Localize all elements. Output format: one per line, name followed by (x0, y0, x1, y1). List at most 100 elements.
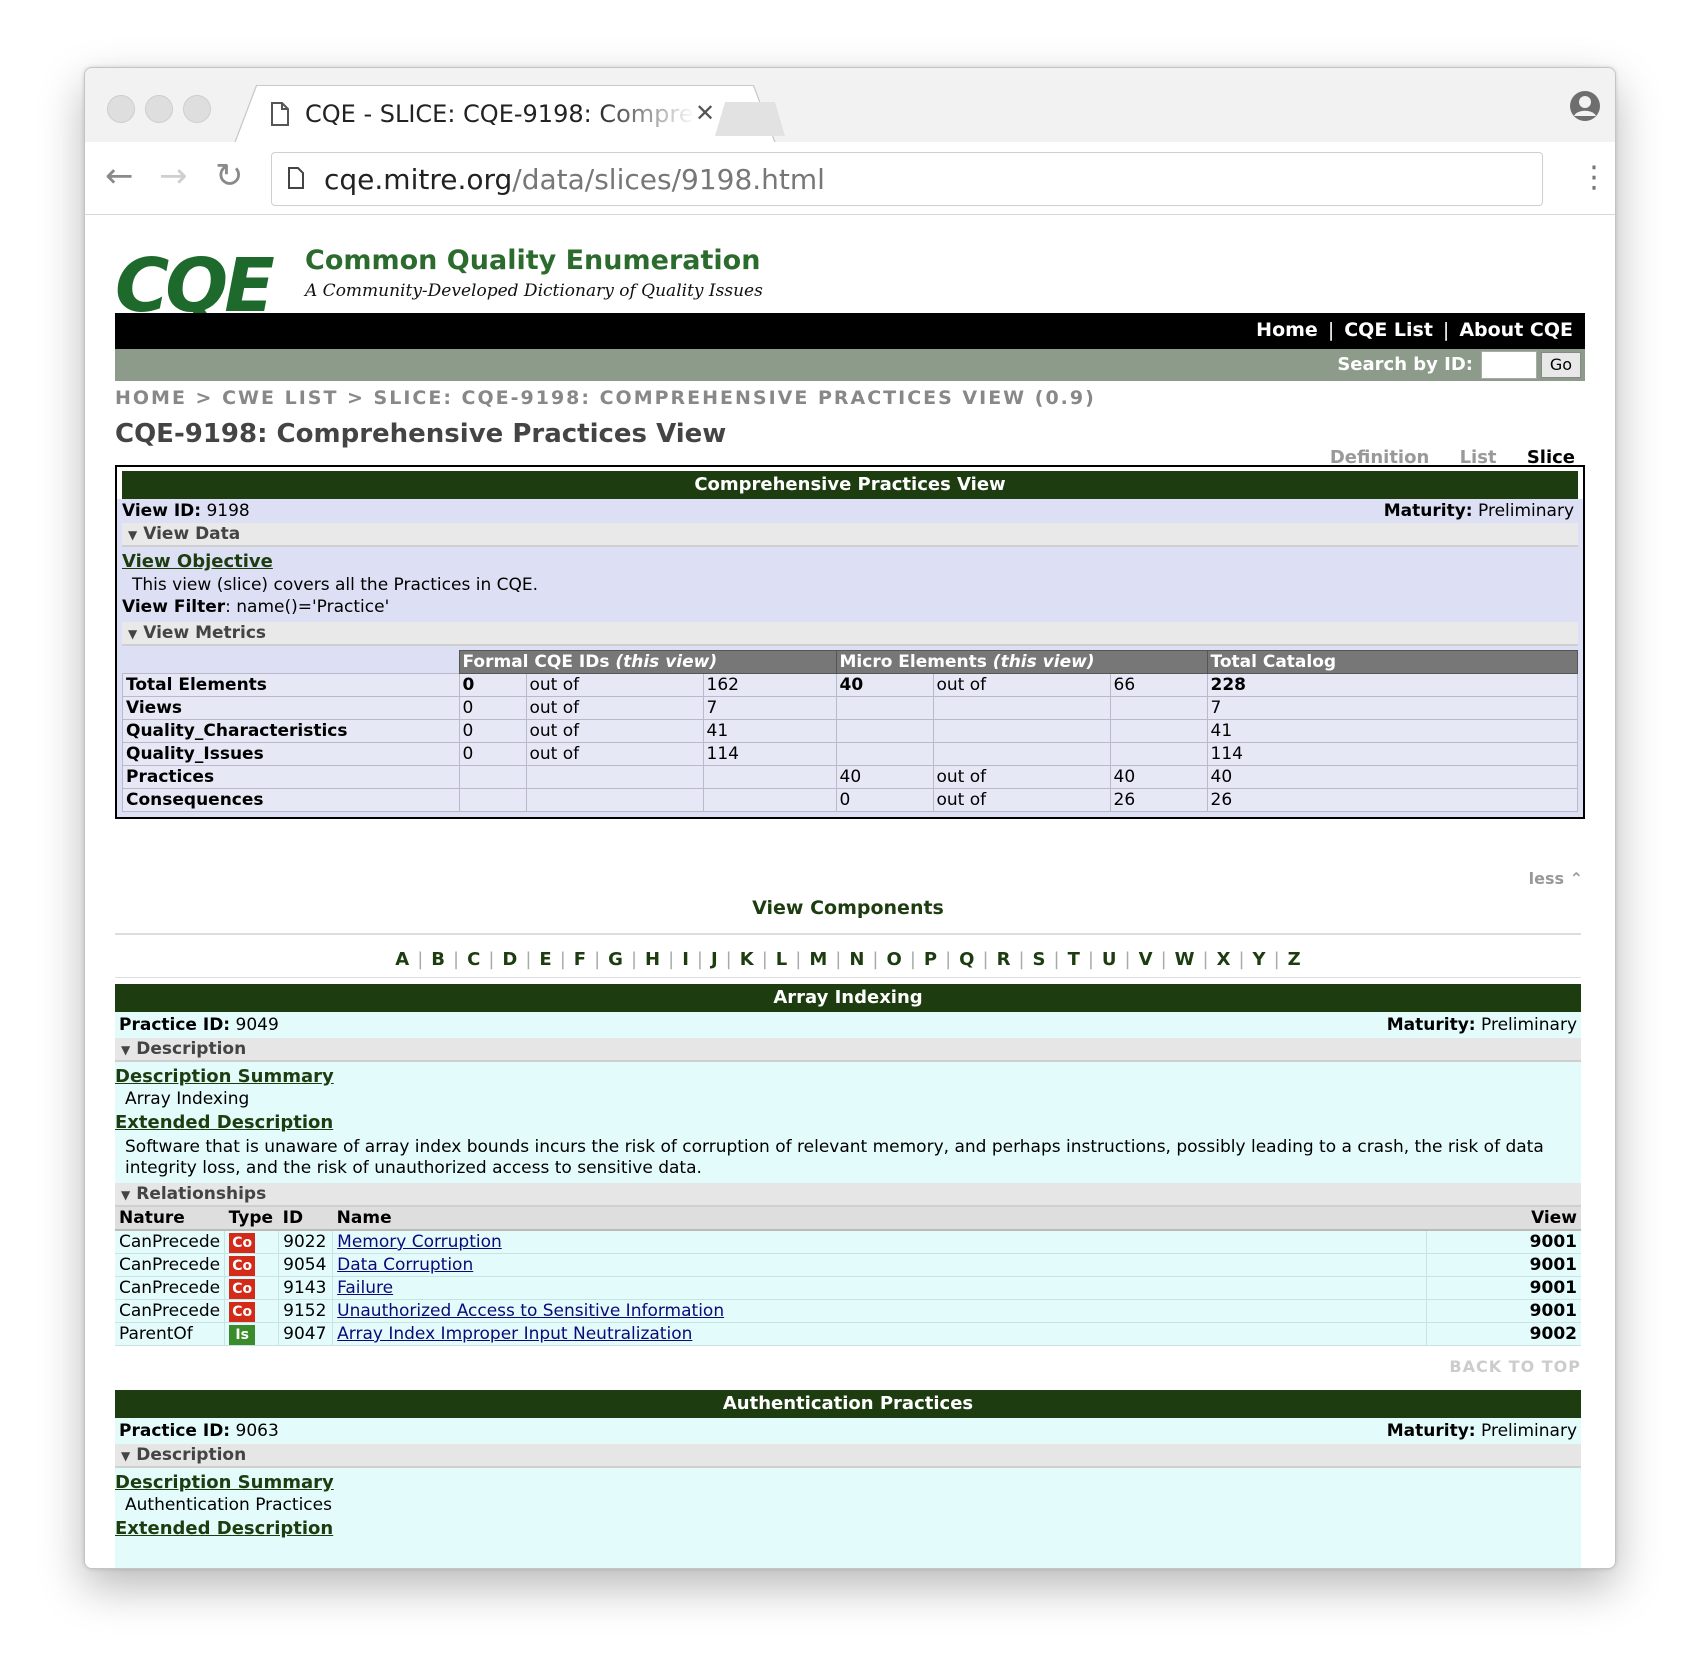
description-summary-title: Description Summary (115, 1472, 334, 1493)
view-header: Comprehensive Practices View (122, 471, 1578, 499)
search-id-input[interactable] (1481, 351, 1537, 379)
search-go-button[interactable]: Go (1541, 352, 1581, 378)
relationship-link[interactable]: Unauthorized Access to Sensitive Informa… (337, 1301, 724, 1321)
relationship-view: 9001 (1426, 1230, 1581, 1254)
alphabet-separator: | (1238, 949, 1245, 970)
metrics-header-total: Total Catalog (1206, 650, 1578, 674)
relationship-id: 9152 (278, 1299, 334, 1323)
relationship-link[interactable]: Memory Corruption (337, 1232, 502, 1252)
minimize-window-button[interactable] (145, 95, 173, 123)
metrics-row: Quality_Characteristics 0 out of 41 41 (122, 719, 1578, 743)
relationship-nature: CanPrecede (115, 1276, 226, 1300)
practice-authentication: Authentication Practices Practice ID: 90… (115, 1390, 1581, 1568)
site-title: Common Quality Enumeration (305, 245, 761, 276)
alphabet-link-i[interactable]: I (674, 949, 697, 970)
alphabet-link-h[interactable]: H (637, 949, 668, 970)
forward-arrow-icon[interactable]: → (159, 156, 188, 196)
metric-name: Quality_Characteristics (122, 719, 460, 743)
view-id-row: View ID: 9198 Maturity: Preliminary (122, 501, 1574, 521)
relationship-nature: ParentOf (115, 1322, 226, 1346)
maximize-window-button[interactable] (183, 95, 211, 123)
alphabet-link-b[interactable]: B (423, 949, 453, 970)
back-to-top-link[interactable]: BACK TO TOP (1449, 1357, 1581, 1376)
alphabet-separator: | (872, 949, 879, 970)
view-data-toggle[interactable]: ▼ View Data (122, 523, 1578, 547)
relationship-nature: CanPrecede (115, 1253, 226, 1277)
formal-out-of: out of (525, 696, 704, 720)
relationship-link[interactable]: Array Index Improper Input Neutralizatio… (337, 1324, 692, 1344)
micro-count (835, 696, 934, 720)
menu-kebab-icon[interactable]: ⋮ (1579, 160, 1609, 195)
relationship-row: CanPrecede Co 9054 Data Corruption 9001 (115, 1253, 1581, 1277)
alphabet-link-l[interactable]: L (768, 949, 795, 970)
alphabet-link-j[interactable]: J (703, 949, 726, 970)
description-summary-title: Description Summary (115, 1066, 334, 1087)
catalog-total: 26 (1206, 788, 1578, 812)
formal-count (458, 765, 527, 789)
micro-total (1109, 719, 1208, 743)
alphabet-link-w[interactable]: W (1167, 949, 1203, 970)
alphabet-link-v[interactable]: V (1131, 949, 1161, 970)
alphabet-link-k[interactable]: K (732, 949, 762, 970)
address-bar[interactable]: cqe.mitre.org/data/slices/9198.html (271, 152, 1543, 206)
alphabet-link-y[interactable]: Y (1245, 949, 1274, 970)
reload-icon[interactable]: ↻ (215, 156, 244, 196)
relationships-toggle[interactable]: ▼ Relationships (115, 1183, 1581, 1207)
formal-count: 0 (458, 673, 527, 697)
alphabet-link-q[interactable]: Q (951, 949, 982, 970)
metric-name: Views (122, 696, 460, 720)
less-toggle[interactable]: less ⌃ (1529, 869, 1583, 888)
back-arrow-icon[interactable]: ← (105, 156, 134, 196)
alphabet-link-x[interactable]: X (1209, 949, 1239, 970)
metrics-row: Quality_Issues 0 out of 114 114 (122, 742, 1578, 766)
relationship-nature: CanPrecede (115, 1230, 226, 1254)
micro-out-of (932, 719, 1111, 743)
profile-icon[interactable] (1569, 90, 1601, 122)
relationship-view: 9002 (1426, 1322, 1581, 1346)
alphabet-link-f[interactable]: F (566, 949, 594, 970)
alphabet-link-m[interactable]: M (801, 949, 835, 970)
nav-cqe-list-link[interactable]: CQE List (1344, 313, 1433, 341)
formal-count: 0 (458, 696, 527, 720)
relationship-link[interactable]: Data Corruption (337, 1255, 473, 1275)
catalog-total: 7 (1206, 696, 1578, 720)
alphabet-link-o[interactable]: O (879, 949, 910, 970)
alphabet-link-n[interactable]: N (841, 949, 872, 970)
view-box: Comprehensive Practices View View ID: 91… (115, 465, 1585, 819)
alphabet-separator: | (1053, 949, 1060, 970)
consequence-type-icon: Co (229, 1278, 256, 1299)
alphabet-link-t[interactable]: T (1060, 949, 1088, 970)
nav-about-link[interactable]: About CQE (1459, 313, 1585, 341)
alphabet-separator: | (725, 949, 732, 970)
alphabet-link-p[interactable]: P (916, 949, 945, 970)
relationship-link[interactable]: Failure (337, 1278, 393, 1298)
close-tab-icon[interactable]: ✕ (695, 99, 715, 127)
relationship-id: 9054 (278, 1253, 334, 1277)
description-toggle[interactable]: ▼ Description (115, 1038, 1581, 1062)
alphabet-link-d[interactable]: D (494, 949, 525, 970)
description-toggle[interactable]: ▼ Description (115, 1444, 1581, 1468)
view-metrics-toggle[interactable]: ▼ View Metrics (122, 622, 1578, 646)
relationship-view: 9001 (1426, 1276, 1581, 1300)
alphabet-link-u[interactable]: U (1094, 949, 1125, 970)
alphabet-link-s[interactable]: S (1025, 949, 1054, 970)
micro-count: 40 (835, 765, 934, 789)
alphabet-link-r[interactable]: R (989, 949, 1019, 970)
metrics-row: Consequences 0 out of 26 26 (122, 788, 1578, 812)
close-window-button[interactable] (107, 95, 135, 123)
page-info-icon[interactable] (288, 167, 304, 189)
browser-tab[interactable]: CQE - SLICE: CQE-9198: Comprehensive Pra… (235, 86, 775, 144)
alphabet-link-z[interactable]: Z (1280, 949, 1309, 970)
breadcrumb[interactable]: HOME > CWE LIST > SLICE: CQE-9198: COMPR… (115, 387, 1096, 409)
alphabet-link-g[interactable]: G (600, 949, 631, 970)
new-tab-button[interactable] (715, 102, 785, 136)
nav-home-link[interactable]: Home (1256, 313, 1318, 341)
practice-array-indexing: Array Indexing Practice ID: 9049 Maturit… (115, 984, 1581, 1346)
relationships-table: Nature Type ID Name View CanPrecede Co 902… (115, 1207, 1581, 1346)
relationship-id: 9143 (278, 1276, 334, 1300)
alphabet-link-c[interactable]: C (459, 949, 488, 970)
alphabet-link-e[interactable]: E (531, 949, 559, 970)
formal-total: 114 (702, 742, 837, 766)
formal-count: 0 (458, 719, 527, 743)
alphabet-link-a[interactable]: A (387, 949, 417, 970)
